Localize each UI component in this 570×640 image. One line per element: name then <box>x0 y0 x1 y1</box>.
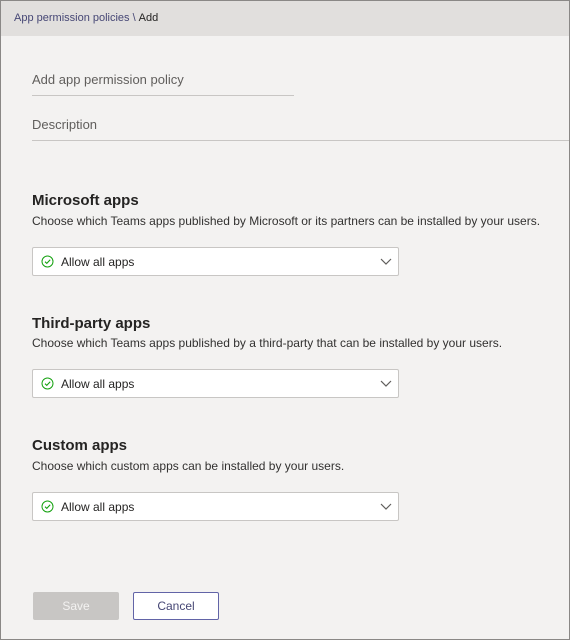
microsoft-apps-selected-value: Allow all apps <box>61 255 135 269</box>
chevron-down-icon <box>380 258 392 265</box>
policy-name-placeholder: Add app permission policy <box>32 72 184 87</box>
policy-name-input[interactable]: Add app permission policy <box>32 72 294 96</box>
save-button[interactable]: Save <box>33 592 119 620</box>
custom-apps-title: Custom apps <box>32 437 128 454</box>
third-party-apps-selected-value: Allow all apps <box>61 377 135 391</box>
cancel-button[interactable]: Cancel <box>133 592 219 620</box>
custom-apps-selected-value: Allow all apps <box>61 500 135 514</box>
header-bar: App permission policies \ Add <box>1 1 569 36</box>
breadcrumb-separator: \ <box>132 12 136 24</box>
microsoft-apps-description: Choose which Teams apps published by Mic… <box>32 214 541 228</box>
chevron-down-icon <box>380 503 392 510</box>
microsoft-apps-title: Microsoft apps <box>32 192 139 209</box>
description-input[interactable]: Description <box>32 117 569 141</box>
custom-apps-dropdown[interactable]: Allow all apps <box>32 492 399 521</box>
third-party-apps-description: Choose which Teams apps published by a t… <box>32 336 503 350</box>
third-party-apps-title: Third-party apps <box>32 315 151 332</box>
app-window: App permission policies \ Add Add app perm… <box>0 0 570 640</box>
chevron-down-icon <box>380 380 392 387</box>
check-circle-icon <box>41 500 54 513</box>
breadcrumb-current: Add <box>138 12 159 24</box>
custom-apps-description: Choose which custom apps can be installe… <box>32 459 345 473</box>
microsoft-apps-dropdown[interactable]: Allow all apps <box>32 247 399 276</box>
description-placeholder: Description <box>32 117 98 132</box>
check-circle-icon <box>41 255 54 268</box>
third-party-apps-dropdown[interactable]: Allow all apps <box>32 369 399 398</box>
breadcrumb: App permission policies \ Add <box>14 12 158 24</box>
check-circle-icon <box>41 377 54 390</box>
breadcrumb-parent-link[interactable]: App permission policies <box>14 12 130 24</box>
